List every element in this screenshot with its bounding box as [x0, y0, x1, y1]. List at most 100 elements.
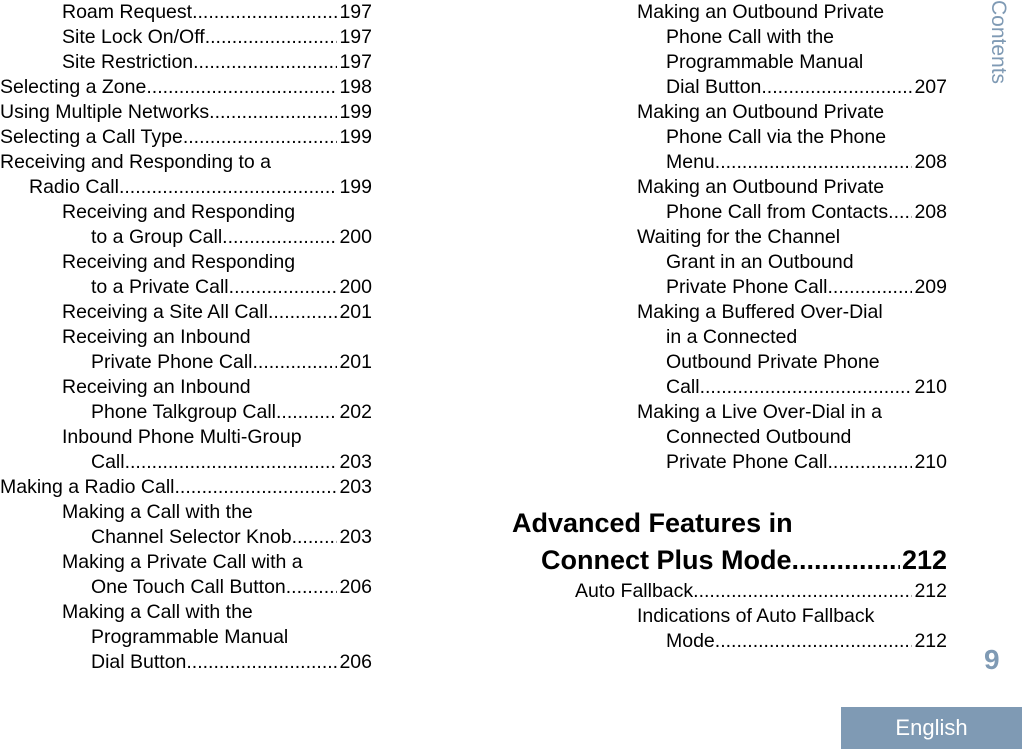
dot-leader — [193, 50, 337, 75]
toc-page-number: 202 — [339, 401, 372, 423]
toc-page-number: 199 — [339, 176, 372, 198]
dot-leader — [209, 100, 337, 125]
toc-entry-text: Private Phone Call — [666, 451, 828, 473]
dot-leader — [146, 75, 337, 100]
toc-entry-text: Inbound Phone Multi-Group — [62, 426, 302, 448]
toc-entry[interactable]: Making a Private Call with a One Touch Ca… — [0, 550, 372, 600]
toc-entry[interactable]: Making an Outbound Private Phone Call fro… — [512, 175, 947, 225]
toc-entry-text: Making an Outbound Private — [637, 101, 885, 123]
toc-entry-text: Menu — [666, 151, 715, 173]
dot-leader — [792, 542, 900, 579]
toc-entry[interactable]: Making a Call with the Channel Selector K… — [0, 500, 372, 550]
toc-entry[interactable]: Making a Radio Call 203 — [0, 475, 372, 500]
toc-section-block: Advanced Features in Connect Plus Mode 212… — [512, 505, 947, 654]
toc-entry-text: Private Phone Call — [666, 276, 828, 298]
toc-entry-text: to a Private Call — [91, 276, 229, 298]
toc-entry[interactable]: Inbound Phone Multi-Group Call 203 — [0, 425, 372, 475]
toc-entry-text: Receiving and Responding — [62, 251, 296, 273]
toc-entry-text: Phone Talkgroup Call — [91, 401, 277, 423]
dot-leader — [715, 150, 913, 175]
toc-entry-text: Making an Outbound Private — [637, 176, 885, 198]
dot-leader — [119, 175, 337, 200]
dot-leader — [186, 650, 337, 675]
toc-page-number: 199 — [339, 126, 372, 148]
toc-page-number: 212 — [914, 630, 947, 652]
dot-leader — [761, 75, 912, 100]
dot-leader — [700, 375, 913, 400]
toc-entry[interactable]: Auto Fallback 212 — [512, 579, 947, 604]
toc-entry[interactable]: Making an Outbound Private Phone Call via… — [512, 100, 947, 175]
dot-leader — [292, 525, 338, 550]
toc-entry[interactable]: Site Lock On/Off 197 — [0, 25, 372, 50]
toc-page-number: 208 — [914, 201, 947, 223]
toc-page-number: 201 — [339, 301, 372, 323]
toc-right-column: Making an Outbound Private Phone Call wit… — [512, 0, 947, 654]
toc-entry[interactable]: Receiving and Responding to a Group Call 2… — [0, 200, 372, 250]
toc-entry[interactable]: Selecting a Call Type 199 — [0, 125, 372, 150]
dot-leader — [828, 450, 913, 475]
toc-entry[interactable]: Receiving an Inbound Phone Talkgroup Call… — [0, 375, 372, 425]
toc-entry-text: Dial Button — [666, 76, 762, 98]
toc-entry-text: Selecting a Call Type — [0, 126, 183, 148]
toc-entry[interactable]: Site Restriction 197 — [0, 50, 372, 75]
toc-page-number: 197 — [339, 1, 372, 23]
toc-page-number: 206 — [339, 651, 372, 673]
toc-page-number: 210 — [914, 376, 947, 398]
dot-leader — [693, 579, 912, 604]
toc-entry[interactable]: Making an Outbound Private Phone Call wit… — [512, 0, 947, 100]
toc-entry-text: Private Phone Call — [91, 351, 253, 373]
toc-page-number: 198 — [339, 76, 372, 98]
dot-leader — [253, 350, 338, 375]
toc-page-number: 210 — [914, 451, 947, 473]
toc-entry-text: Phone Call with the — [666, 26, 835, 48]
toc-entry-text: Connect Plus Mode — [541, 545, 792, 575]
toc-entry-text: Auto Fallback — [575, 580, 694, 602]
toc-entry-text: Site Restriction — [62, 51, 194, 73]
toc-entry-text: Roam Request — [62, 1, 193, 23]
toc-entry-text: Receiving an Inbound — [62, 376, 251, 398]
dot-leader — [268, 300, 338, 325]
toc-page-number: 208 — [914, 151, 947, 173]
toc-entry[interactable]: Indications of Auto Fallback Mode 212 — [512, 604, 947, 654]
toc-entry-text: One Touch Call Button — [91, 576, 286, 598]
toc-page-number: 203 — [339, 526, 372, 548]
toc-entry[interactable]: Using Multiple Networks 199 — [0, 100, 372, 125]
dot-leader — [229, 275, 338, 300]
toc-entry-text: Making an Outbound Private — [637, 1, 885, 23]
toc-entry[interactable]: Making a Live Over-Dial in a Connected Ou… — [512, 400, 947, 475]
toc-entry[interactable]: Receiving and Responding to a Radio Call 1… — [0, 150, 372, 200]
toc-entry-text: Call — [91, 451, 125, 473]
toc-entry[interactable]: Receiving and Responding to a Private Cal… — [0, 250, 372, 300]
toc-page-number: 206 — [339, 576, 372, 598]
toc-page-number: 203 — [339, 451, 372, 473]
dot-leader — [222, 225, 337, 250]
dot-leader — [183, 125, 338, 150]
toc-entry-text: Making a Radio Call — [0, 476, 175, 498]
toc-entry-text: Connected Outbound — [666, 426, 852, 448]
toc-entry-text: Selecting a Zone — [0, 76, 147, 98]
toc-page-number: 207 — [914, 76, 947, 98]
toc-entry-text: Receiving an Inbound — [62, 326, 251, 348]
toc-entry-text: Mode — [666, 630, 715, 652]
toc-entry[interactable]: Roam Request 197 — [0, 0, 372, 25]
toc-entry[interactable]: Receiving an Inbound Private Phone Call 20… — [0, 325, 372, 375]
toc-entry-text: Receiving and Responding to a — [0, 151, 272, 173]
toc-entry[interactable]: Waiting for the Channel Grant in an Outbo… — [512, 225, 947, 300]
language-label: English — [895, 715, 968, 740]
toc-entry-text: Channel Selector Knob — [91, 526, 292, 548]
toc-entry[interactable]: Receiving a Site All Call 201 — [0, 300, 372, 325]
toc-page-number: 212 — [914, 580, 947, 602]
toc-entry-text: Site Lock On/Off — [62, 26, 205, 48]
dot-leader — [828, 275, 913, 300]
toc-page-number: 201 — [339, 351, 372, 373]
toc-entry-text: Receiving a Site All Call — [62, 301, 268, 323]
toc-entry-text: Call — [666, 376, 700, 398]
toc-entry-text: Phone Call from Contacts. — [666, 201, 894, 223]
section-heading[interactable]: Advanced Features in Connect Plus Mode 212 — [512, 505, 947, 579]
toc-entry[interactable]: Selecting a Zone 198 — [0, 75, 372, 100]
toc-page-number: 197 — [339, 51, 372, 73]
toc-entry-text: Indications of Auto Fallback — [637, 605, 875, 627]
toc-entry[interactable]: Making a Buffered Over-Dial in a Connecte… — [512, 300, 947, 400]
toc-entry[interactable]: Making a Call with the Programmable Manua… — [0, 600, 372, 675]
dot-leader — [286, 575, 338, 600]
